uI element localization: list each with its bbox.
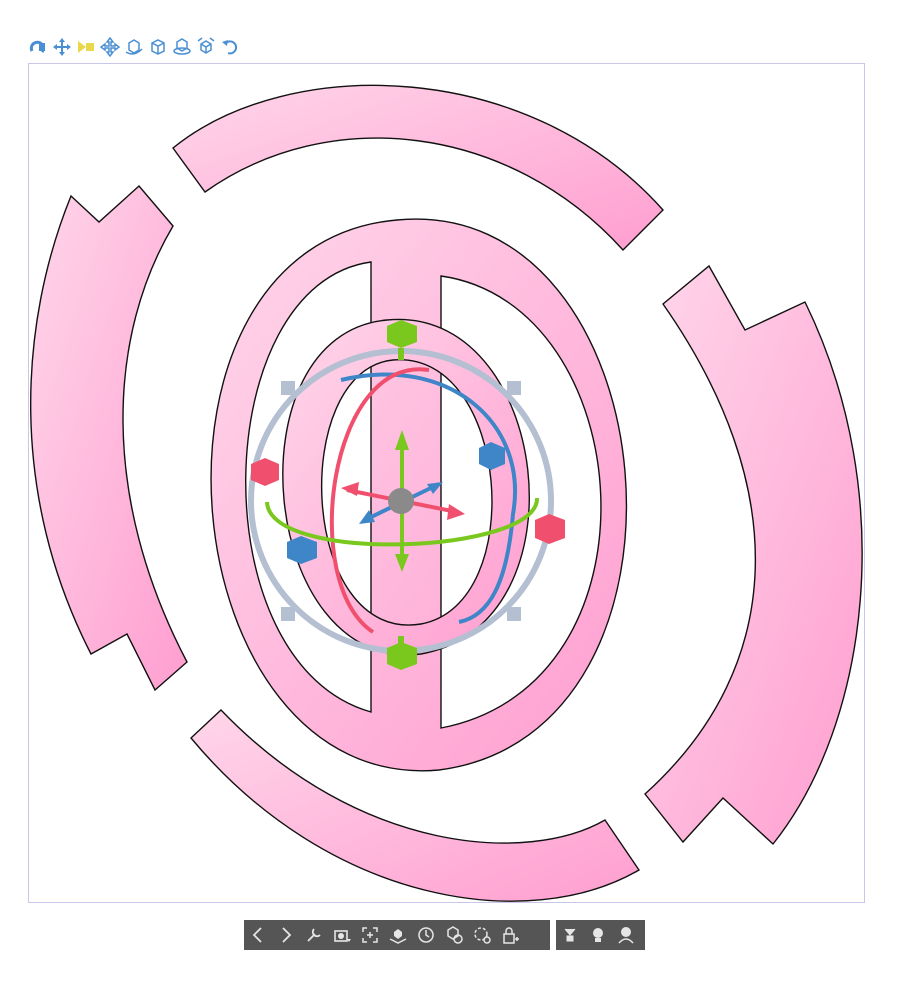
scale-handle-bottom-left[interactable] <box>281 607 295 621</box>
scale-handle-top-left[interactable] <box>281 381 295 395</box>
move-depth-icon[interactable] <box>76 37 96 57</box>
move-object-icon[interactable] <box>100 37 120 57</box>
outer-ring-segment-right[interactable] <box>644 264 863 846</box>
fit-to-view-icon[interactable] <box>356 920 384 950</box>
camera-preset-icon[interactable] <box>328 920 356 950</box>
object-launcher <box>244 920 550 950</box>
outer-ring-segment-left[interactable] <box>29 184 188 692</box>
move-on-plane-icon[interactable] <box>148 37 168 57</box>
light-launcher <box>556 920 645 950</box>
3d-scene <box>29 84 863 902</box>
move-arrow-left[interactable] <box>341 482 359 496</box>
undo-icon[interactable] <box>220 37 240 57</box>
light-source-2-icon[interactable] <box>584 920 612 950</box>
reset-object-icon[interactable] <box>440 920 468 950</box>
reset-angle-icon[interactable] <box>412 920 440 950</box>
rotate-reset-icon[interactable] <box>468 920 496 950</box>
light-hand-icon[interactable] <box>612 920 640 950</box>
rotate-handle-right[interactable] <box>535 514 565 544</box>
rotate-on-plane-icon[interactable] <box>172 37 192 57</box>
rotate-free-icon[interactable] <box>196 37 216 57</box>
ground-object-icon[interactable] <box>384 920 412 950</box>
lock-object-icon[interactable] <box>496 920 524 950</box>
next-icon[interactable] <box>272 920 300 950</box>
move-arrow-right[interactable] <box>447 504 465 520</box>
3d-viewport[interactable] <box>28 63 865 903</box>
object-toolbar <box>28 36 240 58</box>
scale-handle-top-right[interactable] <box>507 381 521 395</box>
rotate-handle-left[interactable] <box>251 458 279 486</box>
scale-handle-bottom-right[interactable] <box>507 607 521 621</box>
pan-camera-icon[interactable] <box>52 37 72 57</box>
rotate-object-icon[interactable] <box>124 37 144 57</box>
previous-icon[interactable] <box>244 920 272 950</box>
light-source-1-icon[interactable] <box>556 920 584 950</box>
gizmo-center[interactable] <box>388 488 414 514</box>
object-settings-icon[interactable] <box>300 920 328 950</box>
rotate-camera-icon[interactable] <box>28 37 48 57</box>
